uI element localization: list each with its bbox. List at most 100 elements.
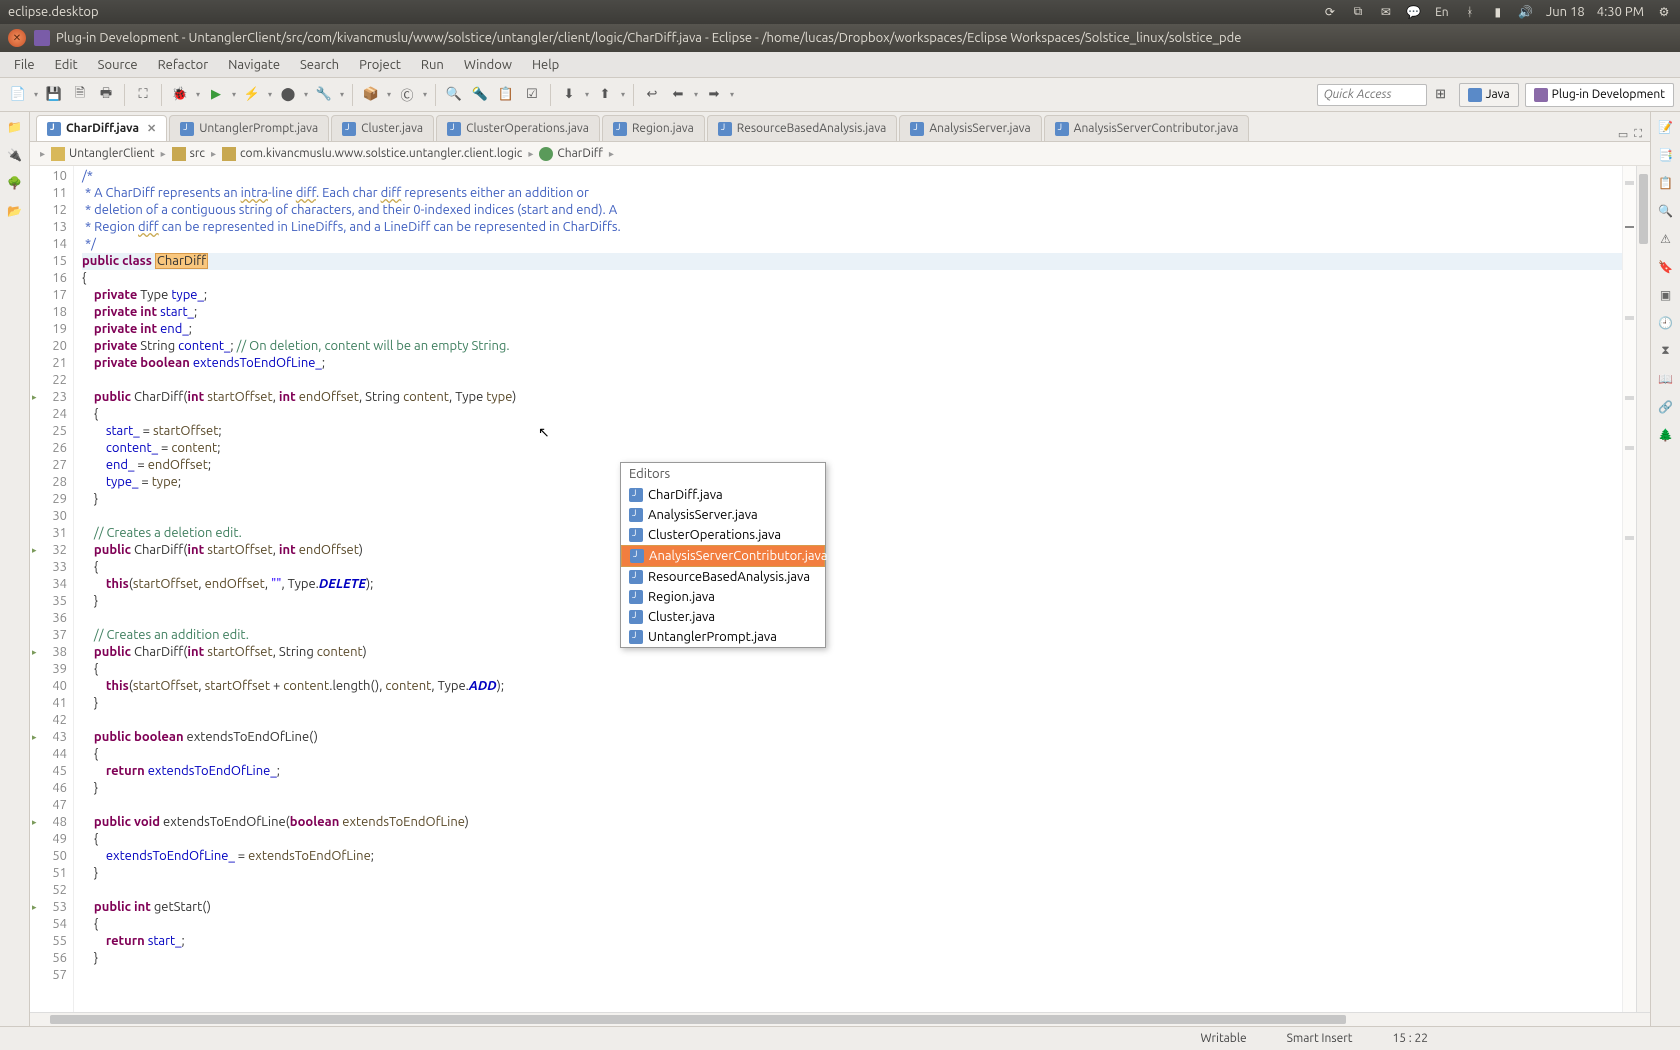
- messages-icon[interactable]: 💬: [1406, 4, 1422, 20]
- menu-project[interactable]: Project: [349, 54, 411, 76]
- declaration-icon[interactable]: 🔗: [1657, 398, 1675, 416]
- task-button[interactable]: ☑: [520, 83, 544, 107]
- search-view-icon[interactable]: 🔍: [1657, 202, 1675, 220]
- editor-switcher-item[interactable]: ResourceBasedAnalysis.java: [621, 567, 825, 587]
- search-button[interactable]: 🔦: [468, 83, 492, 107]
- maximize-view-icon[interactable]: ⛶: [1634, 128, 1642, 141]
- cheatsheet-icon[interactable]: 📋: [1657, 174, 1675, 192]
- outline-icon[interactable]: 📑: [1657, 146, 1675, 164]
- sync-icon[interactable]: ⟳: [1322, 4, 1338, 20]
- code-editor[interactable]: 1011121314151617181920212223242526272829…: [30, 166, 1650, 1012]
- scrollbar-thumb[interactable]: [1639, 174, 1648, 244]
- tab-cluster-java[interactable]: Cluster.java: [331, 115, 434, 141]
- h-scrollbar-thumb[interactable]: [50, 1015, 1346, 1024]
- history-icon[interactable]: 🕘: [1657, 314, 1675, 332]
- run-last-button[interactable]: ⚡: [240, 83, 264, 107]
- perspective-java[interactable]: Java: [1459, 83, 1519, 107]
- breadcrumb-project[interactable]: UntanglerClient: [69, 147, 155, 160]
- external-tools-button[interactable]: 🔧: [312, 83, 336, 107]
- prev-annotation-button[interactable]: ⬆: [593, 83, 617, 107]
- date-label[interactable]: Jun 18: [1546, 5, 1585, 19]
- menu-edit[interactable]: Edit: [45, 54, 88, 76]
- quick-access-input[interactable]: [1317, 84, 1427, 106]
- menu-refactor[interactable]: Refactor: [148, 54, 219, 76]
- save-all-button[interactable]: 🗎: [68, 83, 92, 107]
- editor-switcher-item[interactable]: Region.java: [621, 587, 825, 607]
- forward-button[interactable]: ➡: [702, 83, 726, 107]
- package-explorer-icon[interactable]: 📁: [6, 118, 24, 136]
- annotations-button[interactable]: 📋: [494, 83, 518, 107]
- open-type-button[interactable]: 🔍: [442, 83, 466, 107]
- progress-icon[interactable]: ⧗: [1657, 342, 1675, 360]
- tab-chardiff-java[interactable]: CharDiff.java✕: [36, 115, 167, 141]
- editor-switcher-item[interactable]: ClusterOperations.java: [621, 525, 825, 545]
- menu-window[interactable]: Window: [454, 54, 522, 76]
- type-hierarchy-icon[interactable]: 🌳: [6, 174, 24, 192]
- tasks-icon[interactable]: 📝: [1657, 118, 1675, 136]
- volume-icon[interactable]: 🔊: [1518, 4, 1534, 20]
- editor-switcher-item[interactable]: UntanglerPrompt.java: [621, 627, 825, 647]
- editor-switcher-item[interactable]: CharDiff.java: [621, 485, 825, 505]
- print-button[interactable]: 🖶: [94, 83, 118, 107]
- tab-clusteroperations-java[interactable]: ClusterOperations.java: [436, 115, 600, 141]
- bluetooth-icon[interactable]: ᚼ: [1462, 4, 1478, 20]
- vertical-scrollbar[interactable]: [1636, 166, 1650, 1012]
- perspective-pde[interactable]: Plug-in Development: [1525, 83, 1674, 107]
- tab-resourcebasedanalysis-java[interactable]: ResourceBasedAnalysis.java: [707, 115, 898, 141]
- next-annotation-button[interactable]: ⬇: [557, 83, 581, 107]
- editor-switcher-item[interactable]: Cluster.java: [621, 607, 825, 627]
- toggle-breadcrumb-button[interactable]: ⛶: [131, 83, 155, 107]
- menu-run[interactable]: Run: [411, 54, 454, 76]
- debug-button[interactable]: 🐞: [168, 83, 192, 107]
- new-package-button[interactable]: 📦: [359, 83, 383, 107]
- breadcrumb-folder[interactable]: src: [190, 147, 205, 160]
- menu-source[interactable]: Source: [88, 54, 148, 76]
- breadcrumb-package[interactable]: com.kivancmuslu.www.solstice.untangler.c…: [240, 147, 522, 160]
- mail-icon[interactable]: ✉: [1378, 4, 1394, 20]
- coverage-button[interactable]: ⬤: [276, 83, 300, 107]
- call-hierarchy-icon[interactable]: 🌲: [1657, 426, 1675, 444]
- time-label[interactable]: 4:30 PM: [1597, 5, 1644, 19]
- editor-switcher-label: Region.java: [648, 590, 715, 604]
- window-close-button[interactable]: ✕: [8, 29, 26, 47]
- dropbox-icon[interactable]: ⧉: [1350, 4, 1366, 20]
- app-name: eclipse.desktop: [8, 5, 1322, 19]
- last-edit-button[interactable]: ↩: [640, 83, 664, 107]
- open-perspective-button[interactable]: ⊞: [1429, 83, 1453, 107]
- run-button[interactable]: ▶: [204, 83, 228, 107]
- plugins-icon[interactable]: 🔌: [6, 146, 24, 164]
- editor-switcher-label: ClusterOperations.java: [648, 528, 781, 542]
- bookmarks-icon[interactable]: 🔖: [1657, 258, 1675, 276]
- breadcrumb[interactable]: ▸ UntanglerClient ▸ src ▸ com.kivancmusl…: [30, 142, 1650, 166]
- menu-search[interactable]: Search: [290, 54, 349, 76]
- line-number-gutter: 1011121314151617181920212223242526272829…: [30, 166, 74, 1012]
- back-button[interactable]: ⬅: [666, 83, 690, 107]
- console-icon[interactable]: ▣: [1657, 286, 1675, 304]
- problems-icon[interactable]: ⚠: [1657, 230, 1675, 248]
- editor-switcher-item[interactable]: AnalysisServer.java: [621, 505, 825, 525]
- tab-region-java[interactable]: Region.java: [602, 115, 705, 141]
- javadoc-icon[interactable]: 📖: [1657, 370, 1675, 388]
- lang-indicator[interactable]: En: [1434, 4, 1450, 20]
- menu-navigate[interactable]: Navigate: [218, 54, 290, 76]
- tab-analysisserver-java[interactable]: AnalysisServer.java: [899, 115, 1041, 141]
- close-icon[interactable]: ✕: [147, 122, 156, 135]
- save-button[interactable]: 💾: [42, 83, 66, 107]
- gear-icon[interactable]: ⚙: [1656, 4, 1672, 20]
- battery-icon[interactable]: ▮: [1490, 4, 1506, 20]
- horizontal-scrollbar[interactable]: [30, 1012, 1650, 1026]
- tab-analysisservercontributor-java[interactable]: AnalysisServerContributor.java: [1044, 115, 1250, 141]
- minimize-view-icon[interactable]: ▭: [1618, 128, 1628, 141]
- overview-ruler[interactable]: [1622, 166, 1636, 1012]
- new-button[interactable]: 📄: [6, 83, 30, 107]
- code-content[interactable]: /* * A CharDiff represents an intra-line…: [74, 166, 1622, 1012]
- tab-untanglerprompt-java[interactable]: UntanglerPrompt.java: [169, 115, 329, 141]
- menu-help[interactable]: Help: [522, 54, 569, 76]
- new-class-button[interactable]: Ⓒ: [395, 83, 419, 107]
- new-drop[interactable]: ▾: [32, 83, 40, 107]
- window-titlebar: ✕ Plug-in Development - UntanglerClient/…: [0, 24, 1680, 52]
- editor-switcher-item[interactable]: AnalysisServerContributor.java: [621, 545, 825, 567]
- breadcrumb-class[interactable]: CharDiff: [557, 147, 602, 160]
- menu-file[interactable]: File: [4, 54, 45, 76]
- navigator-icon[interactable]: 📂: [6, 202, 24, 220]
